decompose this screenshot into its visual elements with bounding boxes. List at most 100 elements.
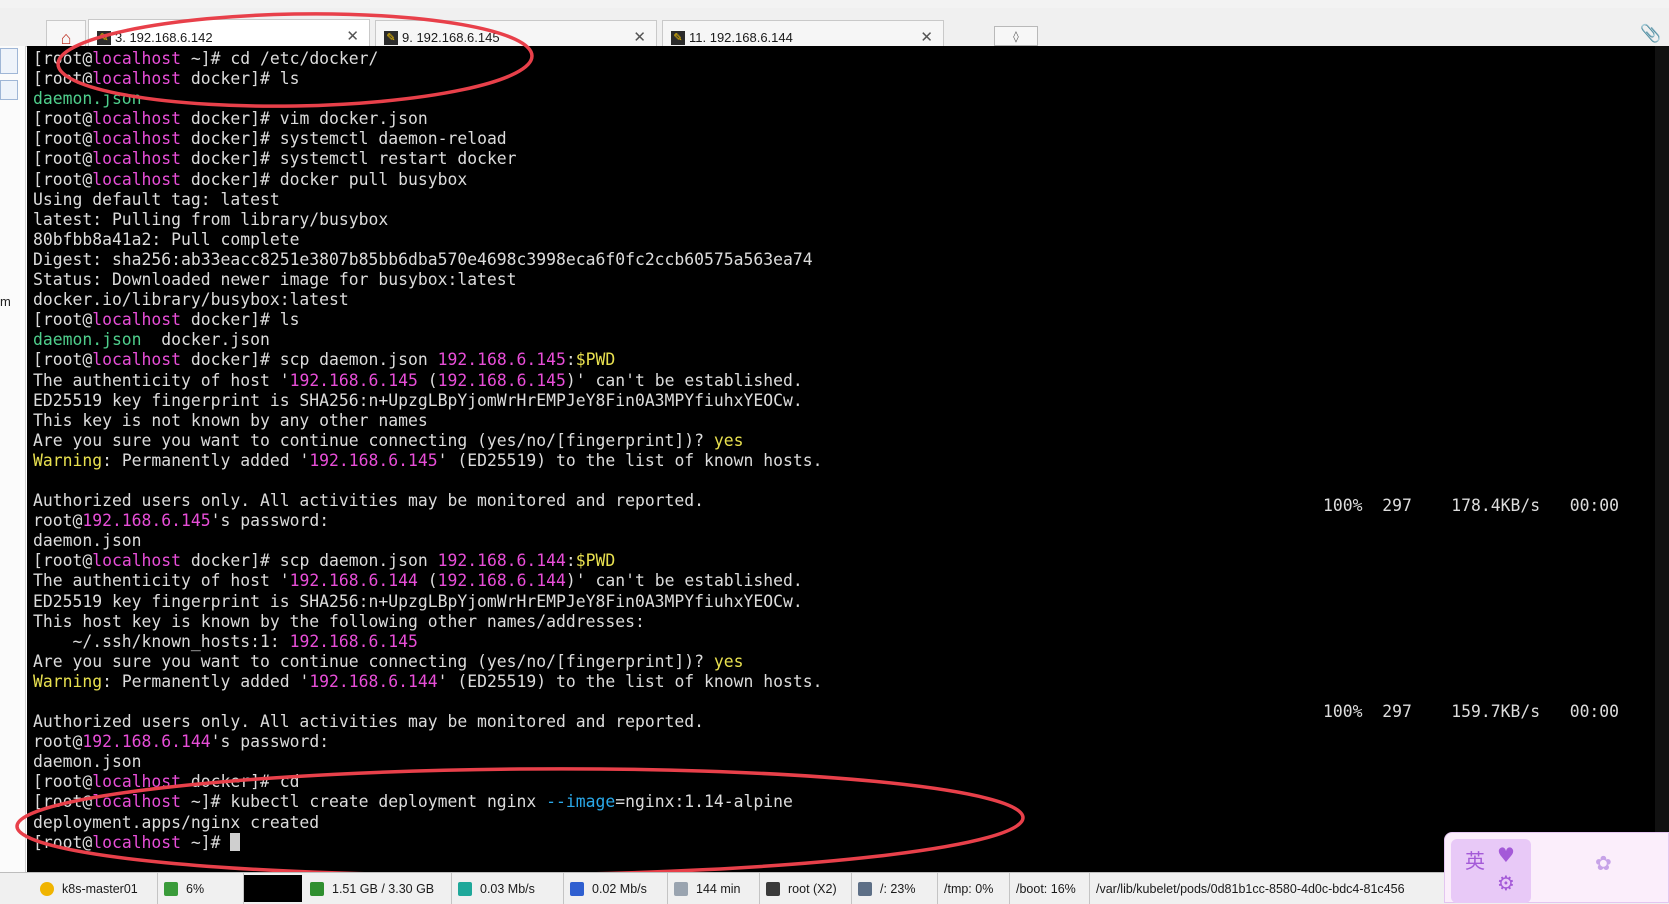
status-disk-path: /var/lib/kubelet/pods/0d81b1cc-8580-4d0c… [1090,873,1444,904]
terminal-icon: ✎ [384,30,398,45]
terminal-text: localhost [92,772,182,792]
tab-strip: ⌂ ✎ 3. 192.168.6.142 ✕ ✎ 9. 192.168.6.14… [0,8,1669,55]
terminal-text: docker]# ls [181,69,300,89]
terminal-line: [root@localhost docker]# ls [33,69,822,89]
terminal-line: Authorized users only. All activities ma… [33,712,822,732]
terminal-text: Using default tag: latest [33,189,280,209]
linux-icon [40,881,54,896]
terminal-line: [root@localhost docker]# systemctl resta… [33,149,822,169]
close-icon[interactable]: ✕ [920,28,933,46]
close-icon[interactable]: ✕ [633,28,646,46]
terminal-text: 192.168.6.144 [289,571,418,591]
terminal-text: docker]# cd [181,772,300,792]
terminal-text: 192.168.6.145 [82,511,211,531]
terminal-text: 80bfbb8a41a2: Pull complete [33,229,300,249]
terminal-text: localhost [92,129,182,149]
terminal-line: The authenticity of host '192.168.6.145 … [33,371,822,391]
status-disk-boot: /boot: 16% [1010,873,1090,904]
terminal-text: )' can't be established. [565,370,803,390]
status-disk-path-label: /var/lib/kubelet/pods/0d81b1cc-8580-4d0c… [1096,881,1405,896]
terminal-text: [root@ [33,109,93,129]
terminal-text: [root@ [33,772,93,792]
terminal-text: docker.json [141,330,270,350]
terminal-line: ED25519 key fingerprint is SHA256:n+Upzg… [33,391,822,411]
new-tab-button[interactable]: ◊ [994,26,1038,46]
status-disk-tmp-label: /tmp: 0% [944,881,994,896]
terminal-text: daemon.json [33,89,142,109]
menu-bar [0,0,1669,8]
terminal-text: docker]# docker pull busybox [181,169,468,189]
transfer-progress-2: 100% 297 159.7KB/s 00:00 [1323,702,1620,721]
terminal-text: 192.168.6.145 [289,631,418,651]
terminal-text: Are you sure you want to continue connec… [33,430,714,450]
terminal-text: $PWD [575,350,616,370]
terminal-line: Warning: Permanently added '192.168.6.14… [33,451,822,471]
terminal-text: 192.168.6.145 [289,370,418,390]
terminal-line: Using default tag: latest [33,190,822,210]
close-icon[interactable]: ✕ [346,27,359,45]
terminal-line: [root@localhost ~]# kubectl create deplo… [33,792,822,812]
terminal-text: [root@ [33,129,93,149]
status-uptime: 144 min [668,873,760,904]
terminal-icon: ✎ [671,30,685,45]
terminal-text: daemon.json [33,752,142,772]
heart-icon: ♥ [1497,843,1515,867]
terminal-text: ' (ED25519) to the list of known hosts. [437,671,823,691]
tab-label: 9. 192.168.6.145 [402,30,500,45]
terminal-line: [root@localhost docker]# ls [33,310,822,330]
terminal-text: docker]# ls [181,310,300,330]
terminal-text: docker.io/library/busybox:latest [33,290,349,310]
status-download: 0.02 Mb/s [564,873,668,904]
status-cpu: 6% [158,873,244,904]
terminal-text: daemon.json [33,330,142,350]
terminal-line: Authorized users only. All activities ma… [33,491,822,511]
terminal-text: daemon.json [33,531,142,551]
transfer-progress-1: 100% 297 178.4KB/s 00:00 [1323,496,1620,515]
status-user: root (X2) [760,873,852,904]
tab-label: 3. 192.168.6.142 [115,30,213,45]
terminal-text: Warning [33,450,103,470]
terminal-line: [root@localhost docker]# scp daemon.json… [33,551,822,571]
terminal-area[interactable]: [root@localhost ~]# cd /etc/docker/[root… [27,46,1669,872]
terminal-text: Digest: sha256:ab33eacc8251e3807b85bb6db… [33,249,813,269]
left-panel-button[interactable] [0,48,18,74]
terminal-text: ED25519 key fingerprint is SHA256:n+Upzg… [33,390,803,410]
terminal-text: docker]# systemctl daemon-reload [181,129,507,149]
download-icon [570,881,584,896]
terminal-text: 's password: [210,511,330,531]
terminal-text: : Permanently added ' [102,671,310,691]
terminal-line: latest: Pulling from library/busybox [33,210,822,230]
terminal-text: [root@ [33,350,93,370]
terminal-text: root@ [33,511,83,531]
terminal-line: ED25519 key fingerprint is SHA256:n+Upzg… [33,592,822,612]
paperclip-icon[interactable]: 📎 [1640,24,1661,44]
terminal-line: ~/.ssh/known_hosts:1: 192.168.6.145 [33,632,822,652]
ime-widget[interactable]: 英 ♥ ⚙ ✿ [1444,832,1669,903]
terminal-text: [root@ [33,149,93,169]
terminal-scrollbar[interactable] [1655,46,1669,872]
terminal-line: docker.io/library/busybox:latest [33,290,822,310]
terminal-text: ~]# cd /etc/docker/ [181,49,379,68]
terminal-text: localhost [92,792,182,812]
terminal-line: daemon.json [33,89,822,109]
terminal-text: Authorized users only. All activities ma… [33,712,705,732]
status-bar: k8s-master01 6% 1.51 GB / 3.30 GB 0.03 M… [0,872,1669,904]
terminal-text: Are you sure you want to continue connec… [33,651,714,671]
status-uptime-label: 144 min [696,881,741,896]
status-cpu-label: 6% [186,881,205,896]
terminal-text: 192.168.6.144 [437,551,566,571]
terminal-line: 80bfbb8a41a2: Pull complete [33,230,822,250]
terminal-text: localhost [92,832,182,852]
clock-icon [674,881,688,896]
terminal-line: [root@localhost docker]# docker pull bus… [33,170,822,190]
terminal-text: : Permanently added ' [102,450,310,470]
terminal-text: Status: Downloaded newer image for busyb… [33,270,517,290]
terminal-text: docker]# vim docker.json [181,109,428,129]
terminal-line: This host key is known by the following … [33,612,822,632]
terminal-text: : [565,350,576,370]
status-disk-root: /: 23% [852,873,938,904]
left-panel-dropdown[interactable] [0,80,18,100]
terminal-text: [root@ [33,551,93,571]
terminal-text: --image [546,792,616,812]
